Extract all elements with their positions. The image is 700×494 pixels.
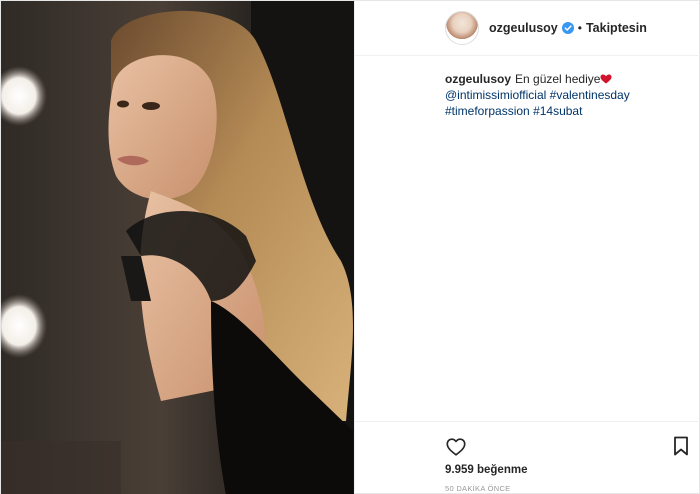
likes-number: 9.959 [445, 464, 474, 476]
post-header: ozgeulusoy • Takiptesin [355, 1, 700, 56]
caption-username[interactable]: ozgeulusoy [445, 72, 511, 86]
avatar[interactable] [445, 11, 479, 45]
likes-count[interactable]: 9.959 beğenme [445, 464, 527, 476]
hashtag-link[interactable]: #valentinesday [550, 88, 630, 102]
likes-label: beğenme [476, 464, 528, 476]
post-photo[interactable] [1, 1, 354, 494]
post-timestamp: 50 DAKİKA ÖNCE [445, 484, 511, 493]
portrait-photo [1, 1, 354, 494]
action-bar [445, 436, 690, 458]
red-heart-emoji-icon [600, 72, 612, 84]
username-link[interactable]: ozgeulusoy [489, 21, 558, 35]
hashtag-link[interactable]: #timeforpassion [445, 104, 530, 118]
post-sidebar: ozgeulusoy • Takiptesin ozgeulusoy En güz… [354, 1, 700, 494]
bookmark-outline-icon[interactable] [672, 436, 690, 456]
caption-text: En güzel hediye [515, 72, 601, 86]
caption-mention-link[interactable]: @intimissimiofficial [445, 88, 546, 102]
post-footer: 9.959 beğenme 50 DAKİKA ÖNCE [355, 421, 700, 494]
verified-badge-icon [561, 22, 574, 34]
heart-outline-icon[interactable] [445, 436, 467, 458]
follow-status-button[interactable]: Takiptesin [586, 21, 647, 35]
post-caption: ozgeulusoy En güzel hediye @intimissimiof… [445, 71, 680, 119]
header-separator: • [577, 21, 582, 35]
instagram-post: ozgeulusoy • Takiptesin ozgeulusoy En güz… [0, 0, 700, 494]
hashtag-link[interactable]: #14subat [533, 104, 582, 118]
